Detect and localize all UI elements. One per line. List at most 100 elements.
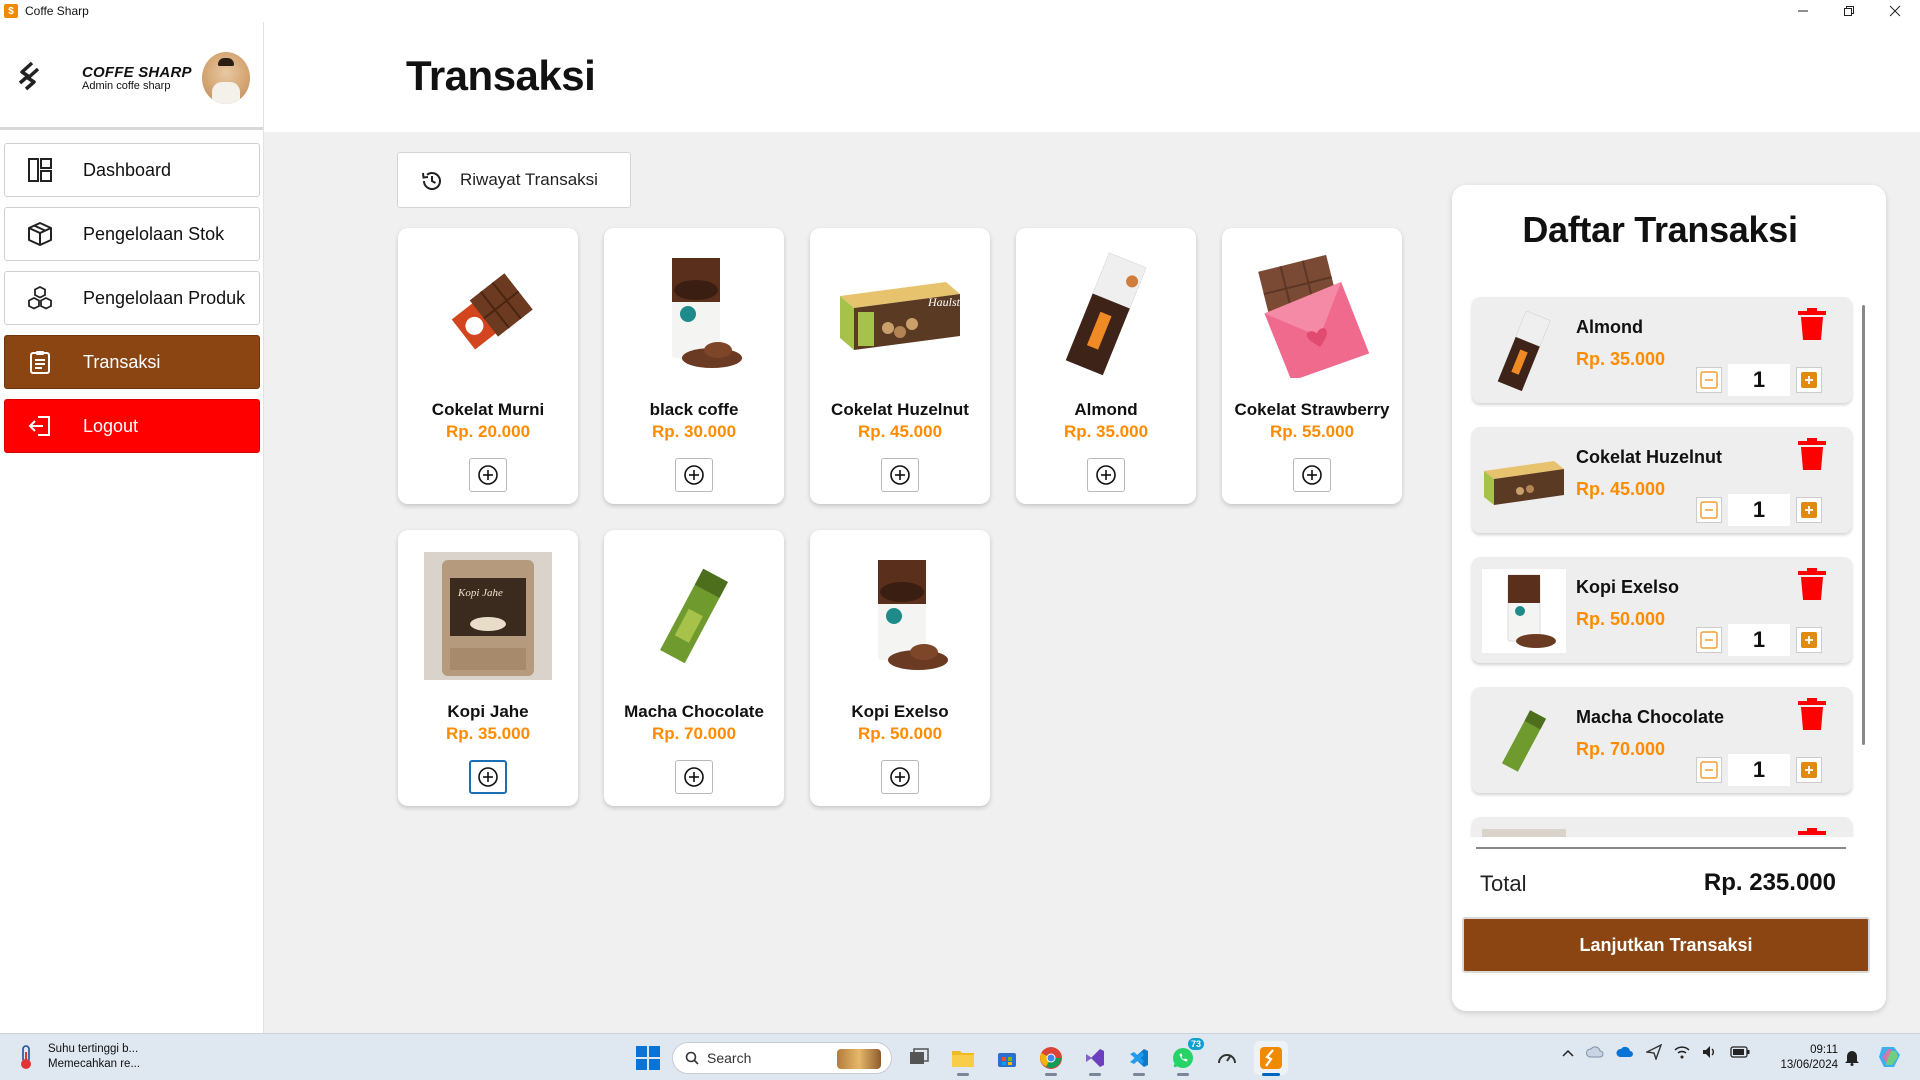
add-to-cart-button[interactable] — [1293, 458, 1331, 492]
riwayat-transaksi-button[interactable]: Riwayat Transaksi — [397, 152, 631, 208]
product-name: Cokelat Strawberry — [1234, 400, 1390, 419]
cart-scrollbar[interactable] — [1862, 305, 1865, 745]
plus-circle-icon — [1302, 465, 1322, 485]
close-button[interactable] — [1872, 0, 1918, 22]
nav-pengelolaan-produk[interactable]: Pengelolaan Produk — [4, 271, 260, 325]
transaction-panel: Daftar Transaksi Almond Rp. 35.000 1 Cok… — [1452, 185, 1886, 1011]
copilot-icon[interactable] — [1876, 1043, 1904, 1071]
speedometer-icon — [1218, 1054, 1236, 1064]
minimize-button[interactable] — [1780, 0, 1826, 22]
boxes-icon — [28, 285, 52, 310]
qty-field[interactable]: 1 — [1728, 364, 1790, 396]
add-to-cart-button[interactable] — [675, 760, 713, 794]
add-to-cart-button[interactable] — [881, 458, 919, 492]
system-tray — [1562, 1043, 1750, 1063]
trash-icon[interactable] — [1796, 567, 1828, 601]
nav-dashboard[interactable]: Dashboard — [4, 143, 260, 197]
minimize-icon — [1798, 10, 1808, 12]
send-icon[interactable] — [1644, 1043, 1663, 1063]
wifi-icon[interactable] — [1674, 1045, 1690, 1062]
notification-bell-icon[interactable] — [1844, 1048, 1860, 1066]
product-price: Rp. 30.000 — [651, 422, 737, 441]
cart-list[interactable]: Almond Rp. 35.000 1 Cokelat Huzelnut Rp.… — [1452, 289, 1868, 837]
total-value: Rp. 235.000 — [1703, 869, 1836, 896]
profile-header: COFFE SHARP Admin coffe sharp — [0, 22, 263, 130]
file-explorer-button[interactable] — [946, 1041, 980, 1076]
product-card: Haulst Cokelat Huzelnut Rp. 45.000 — [810, 228, 990, 504]
cart-item-price: Rp. 35.000 — [1576, 349, 1666, 369]
macha-chocolate-thumbnail — [1501, 710, 1547, 772]
windows-taskbar: Suhu tertinggi b... Memecahkan re... Sea… — [0, 1033, 1920, 1080]
taskbar-clock[interactable]: 09:11 13/06/2024 — [1766, 1043, 1838, 1073]
decrease-qty-button[interactable] — [1696, 757, 1722, 783]
plus-box-icon — [1801, 372, 1817, 388]
nav-logout[interactable]: Logout — [4, 399, 260, 453]
brand-subtitle: Admin coffe sharp — [82, 80, 171, 92]
minus-box-icon — [1700, 761, 1718, 779]
onedrive-icon[interactable] — [1616, 1046, 1634, 1061]
taskbar-search[interactable]: Search — [672, 1042, 892, 1074]
increase-qty-button[interactable] — [1796, 627, 1822, 653]
cokelat-strawberry-image — [1258, 254, 1370, 378]
weather-widget[interactable]: Suhu tertinggi b... Memecahkan re... — [16, 1042, 140, 1072]
lanjutkan-transaksi-button[interactable]: Lanjutkan Transaksi — [1462, 917, 1870, 973]
vscode-button[interactable] — [1122, 1041, 1156, 1076]
nav-stok-label: Pengelolaan Stok — [83, 223, 225, 244]
nav-transaksi[interactable]: Transaksi — [4, 335, 260, 389]
qty-field[interactable]: 1 — [1728, 624, 1790, 656]
product-card: black coffe Rp. 30.000 — [604, 228, 784, 504]
thermometer-icon — [21, 1045, 31, 1069]
trash-icon[interactable] — [1796, 697, 1828, 731]
trash-icon[interactable] — [1796, 437, 1828, 471]
windows-start-icon[interactable] — [634, 1044, 662, 1072]
qty-field[interactable]: 1 — [1728, 754, 1790, 786]
product-card: Kopi Exelso Rp. 50.000 — [810, 530, 990, 806]
add-to-cart-button[interactable] — [881, 760, 919, 794]
sidebar: COFFE SHARP Admin coffe sharp Dashboard … — [0, 22, 264, 1033]
product-card: Almond Rp. 35.000 — [1016, 228, 1196, 504]
folder-icon — [952, 1051, 974, 1067]
decrease-qty-button[interactable] — [1696, 497, 1722, 523]
chevron-up-icon[interactable] — [1562, 1046, 1574, 1061]
cloud-icon[interactable] — [1586, 1046, 1604, 1061]
riwayat-transaksi-label: Riwayat Transaksi — [460, 170, 598, 189]
product-card: Cokelat Murni Rp. 20.000 — [398, 228, 578, 504]
coffe-sharp-taskbar-button[interactable] — [1254, 1041, 1288, 1076]
battery-icon[interactable] — [1730, 1046, 1750, 1061]
plus-box-icon — [1801, 502, 1817, 518]
history-icon — [422, 172, 441, 190]
visual-studio-button[interactable] — [1078, 1041, 1112, 1076]
nav-pengelolaan-stok[interactable]: Pengelolaan Stok — [4, 207, 260, 261]
add-to-cart-button[interactable] — [469, 458, 507, 492]
plus-circle-icon — [684, 767, 704, 787]
maximize-button[interactable] — [1826, 0, 1872, 22]
minus-box-icon — [1700, 631, 1718, 649]
qty-field[interactable]: 1 — [1728, 494, 1790, 526]
chrome-icon — [1040, 1047, 1062, 1069]
page-title: Transaksi — [406, 52, 596, 99]
volume-icon[interactable] — [1702, 1045, 1718, 1062]
minus-box-icon — [1700, 371, 1718, 389]
product-name: Cokelat Murni — [431, 400, 545, 419]
svg-text:Kopi Jahe: Kopi Jahe — [457, 587, 503, 599]
whatsapp-button[interactable]: 73 — [1166, 1038, 1204, 1076]
trash-icon[interactable] — [1796, 307, 1828, 341]
cokelat-huzelnut-image: Haulst — [840, 282, 961, 350]
add-to-cart-button[interactable] — [1087, 458, 1125, 492]
add-to-cart-button[interactable] — [675, 458, 713, 492]
product-name: black coffe — [649, 400, 739, 419]
add-to-cart-button[interactable] — [469, 760, 507, 794]
decrease-qty-button[interactable] — [1696, 367, 1722, 393]
task-view-button[interactable] — [902, 1041, 936, 1075]
speedometer-app-button[interactable] — [1210, 1041, 1244, 1075]
chrome-button[interactable] — [1034, 1041, 1068, 1076]
plus-circle-icon — [478, 767, 498, 787]
store-button[interactable] — [990, 1041, 1024, 1075]
increase-qty-button[interactable] — [1796, 757, 1822, 783]
trash-icon[interactable] — [1796, 827, 1828, 837]
increase-qty-button[interactable] — [1796, 497, 1822, 523]
window-titlebar: $ Coffe Sharp — [0, 0, 1920, 22]
cart-horizontal-scrollbar[interactable] — [1476, 847, 1846, 849]
decrease-qty-button[interactable] — [1696, 627, 1722, 653]
increase-qty-button[interactable] — [1796, 367, 1822, 393]
